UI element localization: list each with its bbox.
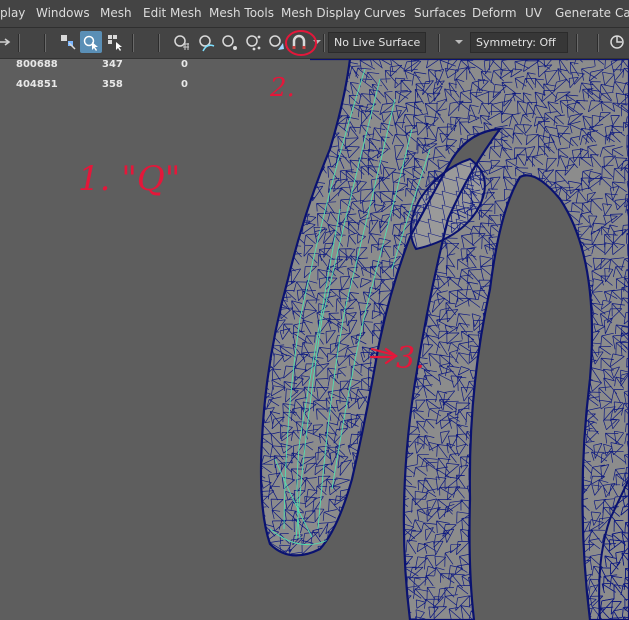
snap-to-curve-icon[interactable]: [195, 31, 217, 53]
annotation-step3: 3.: [396, 341, 425, 376]
hud-value: 358: [102, 79, 123, 90]
arrow-icon[interactable]: [0, 31, 12, 53]
menu-edit-mesh[interactable]: Edit Mesh: [143, 0, 202, 27]
menu-generate[interactable]: Generate: [555, 0, 611, 27]
hud-value: 0: [181, 79, 188, 90]
toolbar-separator: [158, 34, 160, 52]
symmetry-dropdown[interactable]: Symmetry: Off: [470, 32, 568, 53]
select-by-hierarchy-icon[interactable]: [57, 31, 79, 53]
menu-mesh[interactable]: Mesh: [100, 0, 132, 27]
menu-curves[interactable]: Curves: [364, 0, 406, 27]
hud-value: 404851: [16, 79, 58, 90]
toolbar-separator: [132, 34, 134, 52]
menu-cache[interactable]: Ca: [615, 0, 629, 27]
toggle-tool-icon[interactable]: [606, 31, 628, 53]
hud-value: 347: [102, 59, 123, 70]
menu-uv[interactable]: UV: [525, 0, 542, 27]
menu-surfaces[interactable]: Surfaces: [414, 0, 466, 27]
toolbar-separator: [576, 34, 578, 52]
viewport-panel[interactable]: 800688 347 0 404851 358 0 1. "Q" 2. 3.: [0, 59, 629, 620]
symmetry-dropdown-icon[interactable]: [455, 40, 463, 44]
toolbar-separator: [323, 34, 325, 52]
annotation-step2: 2.: [270, 73, 295, 103]
select-by-component-icon[interactable]: [104, 31, 126, 53]
hud-value: 0: [181, 59, 188, 70]
mesh-wireframe[interactable]: [0, 59, 629, 620]
toolbar-separator: [597, 34, 599, 52]
menu-mesh-display[interactable]: Mesh Display: [281, 0, 361, 27]
menu-mesh-tools[interactable]: Mesh Tools: [209, 0, 274, 27]
live-surface-field[interactable]: No Live Surface: [328, 32, 426, 53]
snap-to-point-icon[interactable]: [218, 31, 240, 53]
menu-windows[interactable]: Windows: [36, 0, 90, 27]
toolbar-separator: [18, 34, 20, 52]
snap-to-view-plane-icon[interactable]: [242, 31, 264, 53]
snap-to-grid-icon[interactable]: [170, 31, 192, 53]
toolbar-separator: [438, 34, 440, 52]
menu-deform[interactable]: Deform: [472, 0, 517, 27]
menu-display[interactable]: play: [0, 0, 25, 27]
hud-value: 800688: [16, 59, 58, 70]
toolbar-separator: [44, 34, 46, 52]
annotation-step1: 1. "Q": [78, 159, 181, 199]
select-by-object-icon[interactable]: [80, 31, 102, 53]
menu-bar: play Windows Mesh Edit Mesh Mesh Tools M…: [0, 0, 629, 28]
annotation-circle: [285, 30, 317, 56]
